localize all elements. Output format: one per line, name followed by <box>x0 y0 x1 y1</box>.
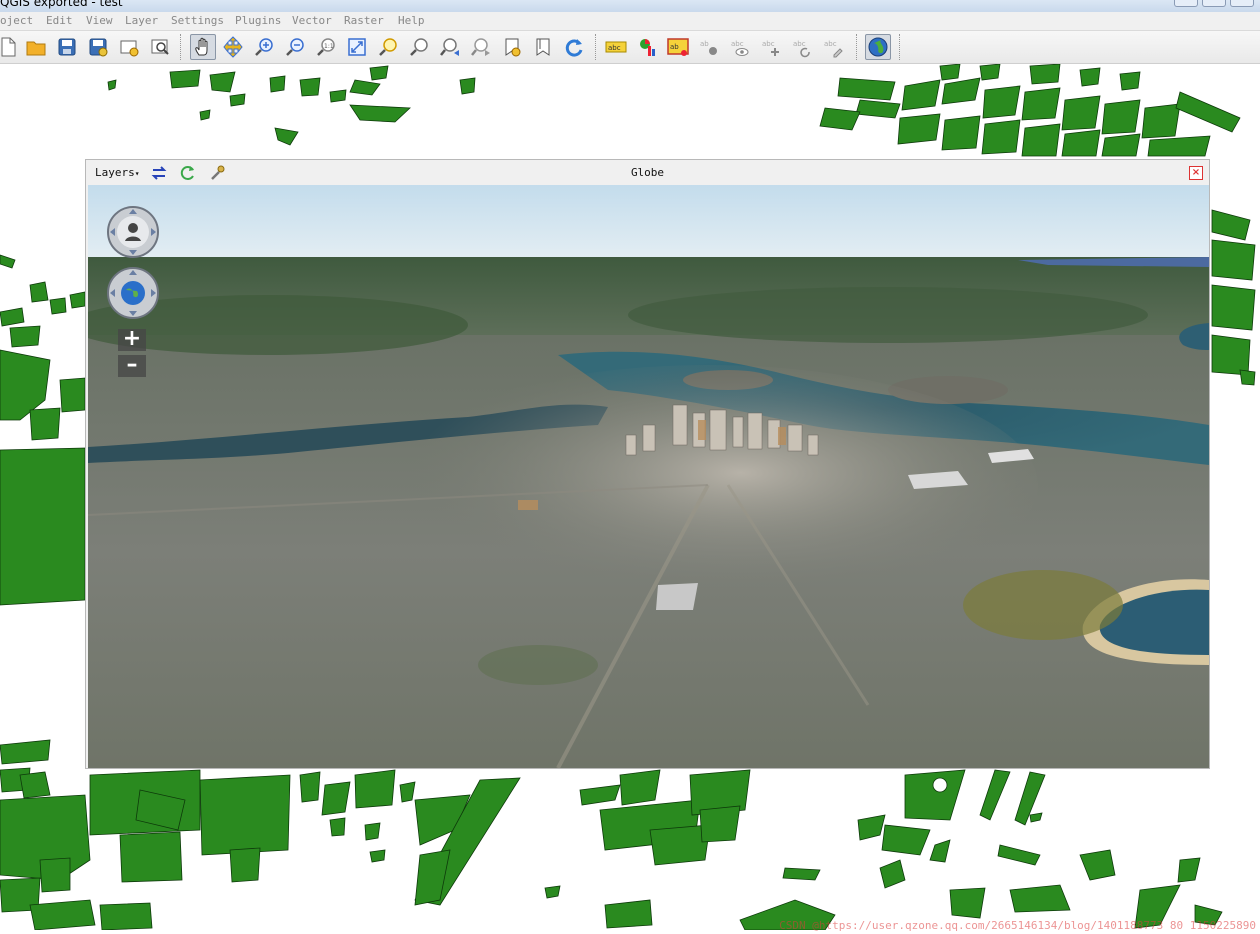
pan-icon[interactable] <box>190 34 216 60</box>
label-toolbar-icon[interactable]: abc <box>604 35 628 59</box>
show-hide-labels-icon[interactable]: abc <box>728 35 752 59</box>
toolbar-separator <box>595 34 599 60</box>
menu-help[interactable]: Help <box>398 14 425 27</box>
rotate-label-icon[interactable]: abc <box>790 35 814 59</box>
save-as-icon[interactable] <box>86 35 110 59</box>
svg-text:abc: abc <box>824 40 837 48</box>
label-highlight-icon[interactable]: ab <box>666 35 690 59</box>
zoom-full-icon[interactable] <box>345 35 369 59</box>
new-project-icon[interactable] <box>0 35 20 59</box>
globe-title: Globe <box>630 166 665 179</box>
move-label-icon[interactable]: abc <box>759 35 783 59</box>
new-print-composer-icon[interactable] <box>117 35 141 59</box>
change-label-icon[interactable]: abc <box>821 35 845 59</box>
zoom-last-icon[interactable] <box>438 35 462 59</box>
layer-diagram-icon[interactable] <box>635 35 659 59</box>
window-titlebar: QGIS exported - test <box>0 0 1260 12</box>
zoom-actual-icon[interactable]: 1:1 <box>314 35 338 59</box>
zoom-in-button[interactable]: + <box>118 328 146 351</box>
svg-text:ab: ab <box>670 43 679 51</box>
svg-text:abc: abc <box>793 40 806 48</box>
zoom-out-icon[interactable] <box>283 35 307 59</box>
composer-manager-icon[interactable] <box>148 35 172 59</box>
new-bookmark-icon[interactable] <box>500 35 524 59</box>
refresh-icon[interactable] <box>562 35 586 59</box>
close-window-button[interactable] <box>1230 0 1254 7</box>
aerial-3d-scene <box>88 185 1209 768</box>
menu-raster[interactable]: Raster <box>344 14 384 27</box>
menu-layer[interactable]: Layer <box>125 14 158 27</box>
show-bookmarks-icon[interactable] <box>531 35 555 59</box>
globe-pan-control[interactable] <box>106 266 160 320</box>
toolbar-separator <box>899 34 903 60</box>
svg-text:abc: abc <box>731 40 744 48</box>
minimize-button[interactable] <box>1174 0 1198 7</box>
menu-view[interactable]: View <box>86 14 113 27</box>
zoom-out-button[interactable]: – <box>118 354 146 377</box>
globe-panel: Layers▾ Globe × + – <box>85 159 1210 769</box>
menu-edit[interactable]: Edit <box>46 14 73 27</box>
pin-labels-icon[interactable]: ab <box>697 35 721 59</box>
close-icon[interactable]: × <box>1189 166 1203 180</box>
menu-settings[interactable]: Settings <box>171 14 224 27</box>
globe-launch-icon[interactable] <box>865 34 891 60</box>
toolbar-separator <box>856 34 860 60</box>
zoom-in-icon[interactable] <box>252 35 276 59</box>
zoom-selection-icon[interactable] <box>376 35 400 59</box>
watermark: CSDN @https://user.qzone.qq.com/26651461… <box>779 919 1256 932</box>
zoom-layer-icon[interactable] <box>407 35 431 59</box>
menu-plugins[interactable]: Plugins <box>235 14 281 27</box>
save-project-icon[interactable] <box>55 35 79 59</box>
menu-project[interactable]: oject <box>0 14 33 27</box>
svg-text:ab: ab <box>700 40 709 48</box>
window-title: QGIS exported - test <box>0 0 123 9</box>
globe-panel-header: Layers▾ Globe × <box>86 160 1209 184</box>
camera-rotate-control[interactable] <box>106 205 160 259</box>
window-controls <box>1174 0 1254 7</box>
toolbar-separator <box>180 34 184 60</box>
menubar: oject Edit View Layer Settings Plugins V… <box>0 12 1260 31</box>
svg-text:abc: abc <box>762 40 775 48</box>
pan-to-selection-icon[interactable] <box>221 35 245 59</box>
globe-viewport[interactable]: + – <box>88 185 1209 768</box>
svg-text:abc: abc <box>608 44 621 52</box>
zoom-next-icon[interactable] <box>469 35 493 59</box>
svg-text:1:1: 1:1 <box>324 43 334 50</box>
toolbar: 1:1 abc ab ab abc abc abc abc <box>0 31 1260 64</box>
open-project-icon[interactable] <box>24 35 48 59</box>
maximize-button[interactable] <box>1202 0 1226 7</box>
menu-vector[interactable]: Vector <box>292 14 332 27</box>
